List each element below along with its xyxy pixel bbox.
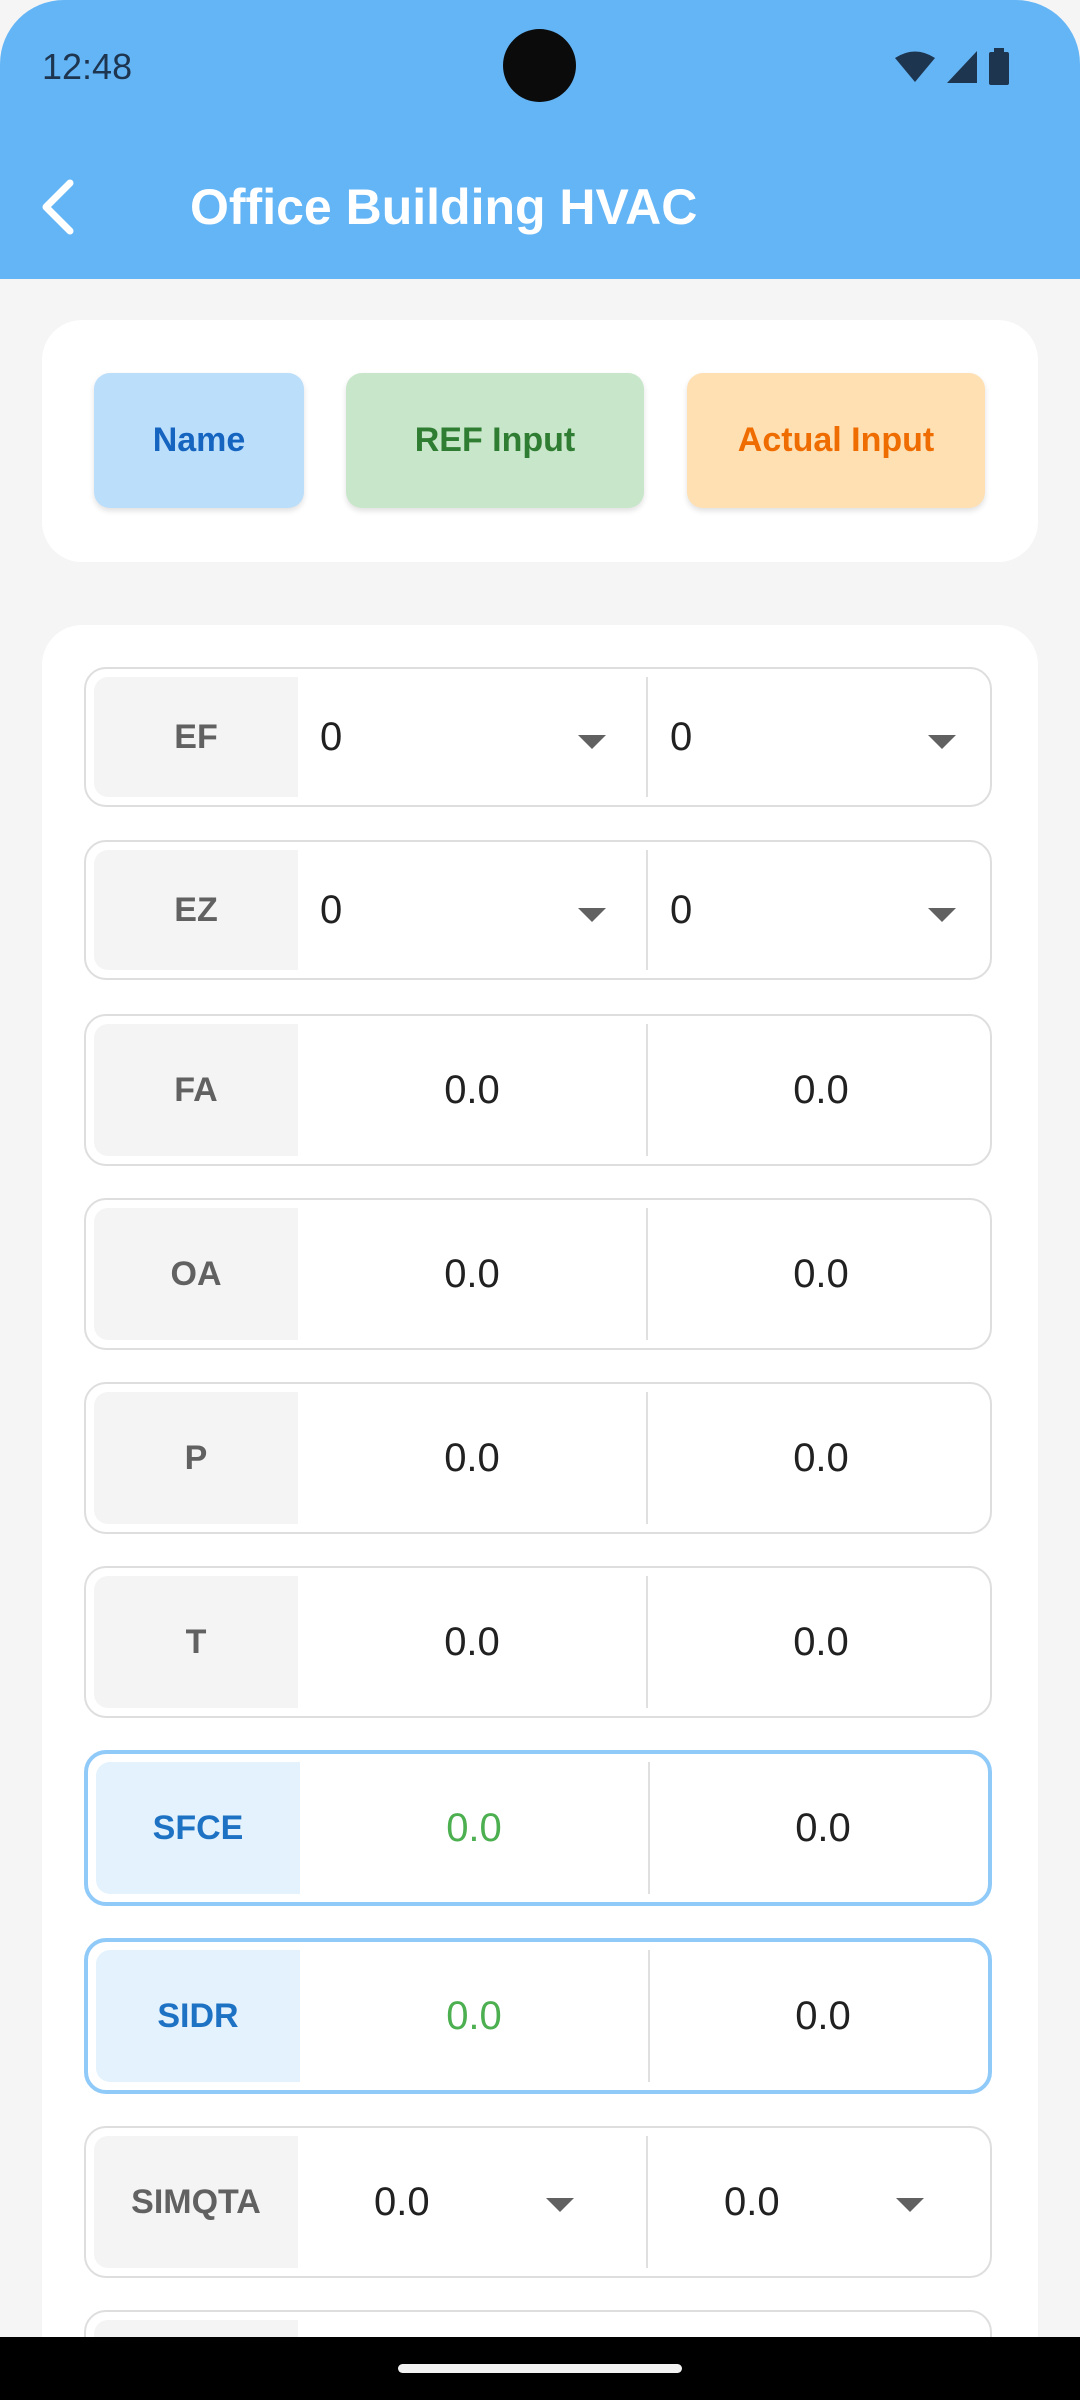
sfce-actual-input[interactable]: 0.0: [650, 1754, 996, 1902]
dropdown-arrow-icon: [578, 735, 606, 749]
simqta-ref-dropdown[interactable]: 0.0: [298, 2128, 646, 2276]
row-label: SFCE: [96, 1762, 300, 1894]
dropdown-value: 0: [320, 714, 343, 759]
row-label: EF: [94, 677, 298, 797]
t-ref-input[interactable]: 0.0: [298, 1568, 646, 1716]
row-label: EZ: [94, 850, 298, 970]
dropdown-arrow-icon: [928, 908, 956, 922]
row-simqta: SIMQTA 0.0 0.0: [84, 2126, 992, 2278]
dropdown-value: 0: [670, 714, 693, 759]
t-actual-input[interactable]: 0.0: [648, 1568, 994, 1716]
sidr-actual-input[interactable]: 0.0: [650, 1942, 996, 2090]
row-label: T: [94, 1576, 298, 1708]
row-label: SIMQTA: [94, 2136, 298, 2268]
simqta-actual-dropdown[interactable]: 0.0: [648, 2128, 994, 2276]
row-sfce: SFCE 0.0 0.0: [84, 1750, 992, 1906]
fa-ref-input[interactable]: 0.0: [298, 1016, 646, 1164]
oa-ref-input[interactable]: 0.0: [298, 1200, 646, 1348]
row-label: [94, 2320, 298, 2337]
row-label: FA: [94, 1024, 298, 1156]
dropdown-arrow-icon: [578, 908, 606, 922]
row-label: P: [94, 1392, 298, 1524]
scroll-viewport[interactable]: EF 0 0 EZ 0 0 FA 0.0 0.0 OA 0.0 0.0 P 0.…: [0, 0, 1080, 2337]
row-label: OA: [94, 1208, 298, 1340]
sfce-ref-input[interactable]: 0.0: [300, 1754, 648, 1902]
row-ef: EF 0 0: [84, 667, 992, 807]
row-ez: EZ 0 0: [84, 840, 992, 980]
home-indicator[interactable]: [398, 2364, 682, 2373]
row-oa: OA 0.0 0.0: [84, 1198, 992, 1350]
p-actual-input[interactable]: 0.0: [648, 1384, 994, 1532]
row-t: T 0.0 0.0: [84, 1566, 992, 1718]
dropdown-arrow-icon: [896, 2198, 924, 2212]
fa-actual-input[interactable]: 0.0: [648, 1016, 994, 1164]
sidr-ref-input[interactable]: 0.0: [300, 1942, 648, 2090]
dropdown-arrow-icon: [546, 2198, 574, 2212]
row-partial: [84, 2310, 992, 2337]
dropdown-value: 0: [670, 887, 693, 932]
row-sidr: SIDR 0.0 0.0: [84, 1938, 992, 2094]
row-p: P 0.0 0.0: [84, 1382, 992, 1534]
row-label: SIDR: [96, 1950, 300, 2082]
p-ref-input[interactable]: 0.0: [298, 1384, 646, 1532]
row-fa: FA 0.0 0.0: [84, 1014, 992, 1166]
dropdown-value: 0.0: [724, 2179, 780, 2224]
dropdown-arrow-icon: [928, 735, 956, 749]
dropdown-value: 0: [320, 887, 343, 932]
oa-actual-input[interactable]: 0.0: [648, 1200, 994, 1348]
dropdown-value: 0.0: [374, 2179, 430, 2224]
